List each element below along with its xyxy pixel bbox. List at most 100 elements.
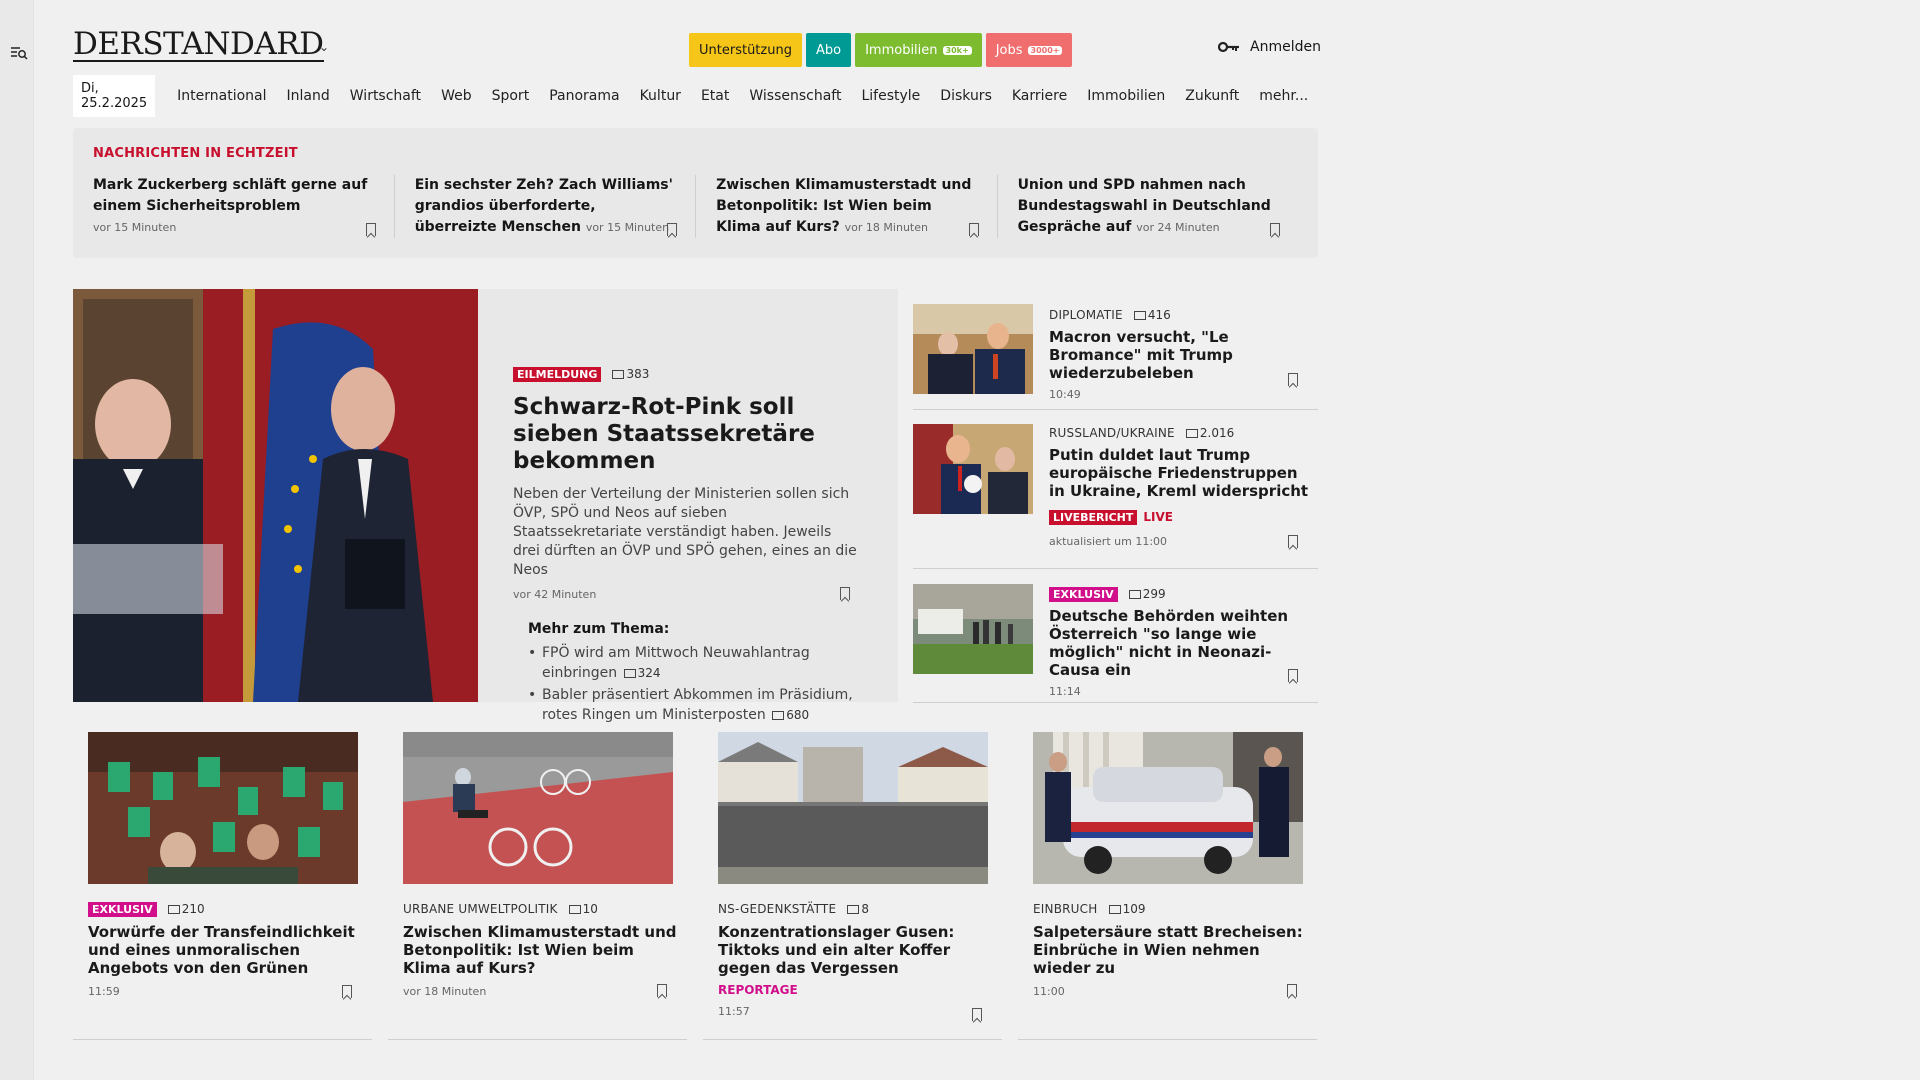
live-news-ticker: NACHRICHTEN IN ECHTZEIT Mark Zuckerberg … [73, 128, 1318, 258]
story-card-image[interactable] [1033, 732, 1303, 884]
promo-jobs-button[interactable]: Jobs 3000+ [985, 33, 1073, 67]
story-card-headline[interactable]: Vorwürfe der Transfeindlichkeit und eine… [88, 923, 363, 977]
nav-item-inland[interactable]: Inland [277, 88, 340, 104]
bookmark-icon[interactable] [840, 587, 850, 600]
related-link[interactable]: Babler präsentiert Abkommen im Präsidium… [528, 685, 858, 725]
story-card-headline[interactable]: Zwischen Klimamusterstadt und Betonpolit… [403, 923, 678, 977]
nav-item-etat[interactable]: Etat [691, 88, 739, 104]
comment-count[interactable]: 324 [623, 666, 661, 680]
nav-item-diskurs[interactable]: Diskurs [930, 88, 1002, 104]
story-headline[interactable]: Deutsche Behörden weihten Österreich "so… [1049, 607, 1314, 679]
bookmark-icon[interactable] [342, 985, 352, 998]
lead-headline[interactable]: Schwarz-Rot-Pink soll sieben Staatssekre… [513, 394, 858, 475]
bookmark-icon[interactable] [972, 1008, 982, 1021]
story-card-image[interactable] [88, 732, 358, 884]
nav-item-karriere[interactable]: Karriere [1002, 88, 1077, 104]
nav-item-zukunft[interactable]: Zukunft [1175, 88, 1249, 104]
comment-count-value: 8 [861, 902, 869, 916]
ticker-time: vor 18 Minuten [844, 221, 928, 234]
comment-icon [1108, 905, 1121, 914]
story-card[interactable]: URBANE UMWELTPOLITIK 10 Zwischen Klimamu… [388, 732, 687, 1040]
promo-abo-button[interactable]: Abo [805, 33, 852, 67]
nav-item-international[interactable]: International [167, 88, 276, 104]
ticker-time: vor 15 Minuten [585, 221, 670, 234]
comment-count[interactable]: 416 [1133, 308, 1171, 322]
comment-count[interactable]: 680 [772, 708, 809, 722]
story-grid: EXKLUSIV 210 Vorwürfe der Transfeindlich… [73, 732, 1333, 1040]
bookmark-icon[interactable] [1288, 535, 1298, 548]
search-menu-icon[interactable] [10, 44, 28, 62]
related-link[interactable]: FPÖ wird am Mittwoch Neuwahlantrag einbr… [528, 643, 858, 683]
breaking-badge: EILMELDUNG [513, 367, 602, 382]
bookmark-icon[interactable] [1288, 669, 1298, 682]
bookmark-icon[interactable] [1270, 223, 1280, 236]
lead-time-label: vor 42 Minuten [513, 588, 597, 601]
ticker-item[interactable]: Ein sechster Zeh? Zach Williams' grandio… [393, 175, 695, 238]
story-card-image[interactable] [403, 732, 673, 884]
nav-item-immobilien[interactable]: Immobilien [1077, 88, 1175, 104]
secondary-stories: DIPLOMATIE 416 Macron versucht, "Le Brom… [913, 289, 1318, 703]
story-card-time: 11:57 [718, 1005, 750, 1018]
chevron-down-icon[interactable]: ⌄ [319, 40, 329, 54]
lead-story[interactable]: EILMELDUNG 383 Schwarz-Rot-Pink soll sie… [73, 289, 898, 723]
story-card[interactable]: EXKLUSIV 210 Vorwürfe der Transfeindlich… [73, 732, 372, 1040]
story-item[interactable]: RUSSLAND/UKRAINE 2.016 Putin duldet laut… [913, 410, 1318, 569]
login-label: Anmelden [1250, 39, 1321, 55]
comment-count[interactable]: 8 [847, 902, 869, 916]
promo-support-button[interactable]: Unterstützung [689, 33, 802, 67]
nav-item-lifestyle[interactable]: Lifestyle [851, 88, 930, 104]
nav-item-more[interactable]: mehr... [1249, 88, 1318, 104]
nav-item-panorama[interactable]: Panorama [539, 88, 629, 104]
story-card-image[interactable] [718, 732, 988, 884]
story-thumbnail[interactable] [913, 304, 1033, 394]
bookmark-icon[interactable] [968, 223, 979, 236]
nav-item-kultur[interactable]: Kultur [630, 88, 691, 104]
story-item[interactable]: EXKLUSIV 299 Deutsche Behörden weihten Ö… [913, 569, 1318, 703]
comment-count[interactable]: 299 [1128, 587, 1166, 601]
story-thumbnail[interactable] [913, 584, 1033, 674]
login-button[interactable]: Anmelden [1218, 39, 1321, 55]
ticker-title[interactable]: NACHRICHTEN IN ECHTZEIT [93, 146, 1298, 161]
comment-count[interactable]: 210 [167, 902, 205, 916]
comment-count[interactable]: 383 [612, 367, 649, 381]
comment-count[interactable]: 2.016 [1185, 426, 1235, 440]
ticker-headline[interactable]: Mark Zuckerberg schläft gerne auf einem … [93, 177, 367, 214]
story-thumbnail[interactable] [913, 424, 1033, 514]
bookmark-icon[interactable] [1287, 984, 1297, 997]
comment-count-value: 210 [181, 902, 205, 916]
ticker-item[interactable]: Union und SPD nahmen nach Bundestagswahl… [996, 175, 1298, 238]
story-card-headline[interactable]: Konzentrationslager Gusen: Tiktoks und e… [718, 923, 993, 977]
nav-item-sport[interactable]: Sport [482, 88, 540, 104]
story-card[interactable]: EINBRUCH 109 Salpetersäure statt Brechei… [1018, 732, 1317, 1040]
promo-label: Unterstützung [699, 42, 792, 58]
story-headline[interactable]: Macron versucht, "Le Bromance" mit Trump… [1049, 328, 1314, 382]
comment-count[interactable]: 10 [568, 902, 598, 916]
promo-immobilien-button[interactable]: Immobilien 30k+ [855, 33, 982, 67]
comment-icon [847, 905, 860, 914]
comment-count-value: 10 [582, 902, 598, 916]
nav-item-wissenschaft[interactable]: Wissenschaft [739, 88, 851, 104]
comment-icon [1128, 590, 1141, 599]
left-sidebar [0, 0, 34, 1080]
nav-item-web[interactable]: Web [431, 88, 482, 104]
live-report-badge: LIVEBERICHT [1049, 510, 1138, 525]
story-item[interactable]: DIPLOMATIE 416 Macron versucht, "Le Brom… [913, 289, 1318, 410]
comment-count-value: 2.016 [1199, 426, 1235, 440]
comment-count[interactable]: 109 [1108, 902, 1145, 916]
nav-item-wirtschaft[interactable]: Wirtschaft [340, 88, 431, 104]
date-display: Di, 25.2.2025 [73, 75, 156, 117]
lead-story-image[interactable] [73, 289, 478, 702]
ticker-item[interactable]: Mark Zuckerberg schläft gerne auf einem … [93, 175, 394, 238]
ticker-item[interactable]: Zwischen Klimamusterstadt und Betonpolit… [695, 175, 996, 238]
bookmark-icon[interactable] [657, 984, 667, 997]
promo-label: Jobs [995, 42, 1023, 58]
story-card-headline[interactable]: Salpetersäure statt Brecheisen: Einbrüch… [1033, 923, 1308, 977]
related-link-text[interactable]: FPÖ wird am Mittwoch Neuwahlantrag einbr… [542, 645, 810, 681]
story-headline[interactable]: Putin duldet laut Trump europäische Frie… [1049, 446, 1314, 500]
site-logo[interactable]: DERSTANDARD [73, 28, 324, 62]
bookmark-icon[interactable] [1288, 373, 1298, 386]
bookmark-icon[interactable] [365, 223, 376, 236]
promo-count-badge: 30k+ [942, 45, 972, 55]
story-card[interactable]: NS-GEDENKSTÄTTE 8 Konzentrationslager Gu… [703, 732, 1002, 1040]
bookmark-icon[interactable] [667, 223, 678, 236]
